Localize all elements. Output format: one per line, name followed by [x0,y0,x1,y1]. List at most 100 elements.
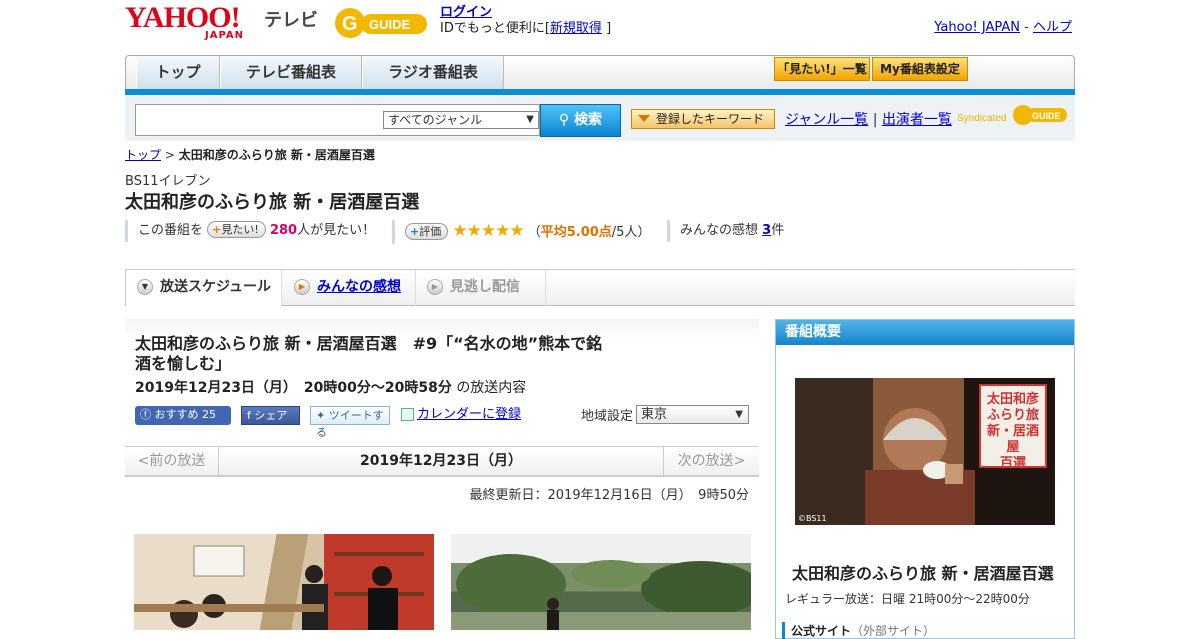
channel-name: BS11イレブン [125,174,211,189]
program-stats: この番組を +見たい! 280人が見たい！ +評価 ★★★★★ （平均5.00点… [125,220,1075,244]
official-site-link[interactable]: 公式サイト（外部サイト） [782,622,935,639]
mitai-list-button[interactable]: 「見たい!」一覧 [774,57,870,81]
svg-text:G: G [342,13,358,35]
tab-label: みんなの感想 [317,279,401,295]
want-pre-text: この番組を [138,223,204,238]
previous-broadcast-link[interactable]: <前の放送 [125,447,219,476]
tweet-button[interactable]: ✦ ツイートする [310,406,390,439]
pager-date: 2019年12月23日（月） [360,453,522,469]
search-button-label: 検索 [574,112,603,128]
episode-photo-garden[interactable] [451,534,751,630]
keyword-button-label: 登録したキーワード [656,112,765,126]
tab-tv-schedule[interactable]: テレビ番組表 [220,56,362,89]
facebook-icon: ⓕ [140,408,155,421]
rate-button[interactable]: +評価 [405,223,449,240]
search-icon: ⚲ [558,112,575,128]
search-button[interactable]: ⚲ 検索 [540,104,621,137]
regular-broadcast: レギュラー放送：日曜 21時00分～22時00分 [785,592,1030,606]
header-links: Yahoo! JAPAN - ヘルプ [934,16,1072,35]
average-score: 平均5.00点 [540,225,612,240]
tab-radio-schedule[interactable]: ラジオ番組表 [362,56,504,89]
broadcast-pager: <前の放送 2019年12月23日（月） 次の放送> [125,446,759,477]
syndicated-guide-logo: Syndicated GUIDE [957,105,1067,125]
tab-reviews[interactable]: ▶ みんなの感想 [283,270,416,306]
syndicated-label: Syndicated [957,113,1006,124]
japan-logo-text: JAPAN [205,30,244,41]
play-icon: ▶ [294,279,310,295]
plus-icon: + [212,223,222,236]
program-summary-heading: 番組概要 [776,320,1074,345]
izakaya-scene-illustration [134,534,434,630]
region-label: 地域設定 [581,409,634,424]
svg-text:GUIDE: GUIDE [1032,111,1061,121]
reviews-count-link[interactable]: 3 [762,223,771,238]
add-to-calendar-link[interactable]: カレンダーに登録 [401,406,531,425]
tab-catch-up[interactable]: ▶ 見逃し配信 [416,270,546,306]
search-bar: すべてのジャンル ▼ ⚲ 検索 登録したキーワード ジャンル一覧 | 出演者一覧… [125,95,1075,141]
want-to-watch-stat: この番組を +見たい! 280人が見たい！ [125,220,375,242]
login-sub-post: ] [606,21,612,36]
breadcrumb-current: 太田和彦のふらり旅 新・居酒屋百選 [178,148,375,162]
facebook-share-button[interactable]: f シェア [241,406,300,425]
facebook-recommend-button[interactable]: ⓕ おすすめ 25 [135,406,231,425]
login-box: ログイン IDでもっと便利に[新規取得 ] [440,5,611,37]
program-summary-panel: 番組概要 太田和彦 ふらり旅 新・居酒屋 百選 ©BS11 太田和彦のふらり旅 新・居… [775,319,1075,639]
air-datetime: 2019年12月23日（月） 20時00分～20時58分 [135,380,452,396]
site-header: YAHOO! JAPAN テレビ G GUIDE ログイン IDでもっと便利に[… [125,0,1075,48]
tab-broadcast-schedule[interactable]: ▼ 放送スケジュール [125,270,282,306]
avg-open: （ [527,225,541,240]
fb-recommend-label: おすすめ [154,408,199,421]
login-link[interactable]: ログイン [440,5,492,20]
episode-photo-izakaya[interactable] [134,534,434,630]
search-links: ジャンル一覧 | 出演者一覧 [785,109,952,129]
reviews-pre-text: みんなの感想 [680,223,763,238]
garden-scene-illustration [451,554,751,630]
program-key-image[interactable]: 太田和彦 ふらり旅 新・居酒屋 百選 ©BS11 [795,378,1055,525]
chevron-down-icon: ▼ [137,279,153,295]
header-link-separator: - [1020,20,1033,35]
login-sub-pre: IDでもっと便利に[ [440,21,550,36]
guide-logo-text: GUIDE [369,17,411,32]
tab-label: 放送スケジュール [160,279,272,295]
help-link[interactable]: ヘルプ [1033,20,1072,35]
genre-list-link[interactable]: ジャンル一覧 [785,112,868,128]
performer-list-link[interactable]: 出演者一覧 [882,112,952,128]
g-guide-logo[interactable]: G GUIDE [333,6,431,40]
copyright-text: ©BS11 [798,514,827,523]
page: YAHOO! JAPAN テレビ G GUIDE ログイン IDでもっと便利に[… [125,0,1075,639]
want-badge-label: 見たい! [221,223,259,236]
link-divider: | [872,112,878,128]
play-icon: ▶ [427,279,443,295]
yahoo-japan-logo[interactable]: YAHOO! JAPAN [125,3,243,42]
air-datetime-suffix: の放送内容 [456,380,527,396]
region-select[interactable]: 東京 ▼ [636,405,749,424]
external-site-note: （外部サイト） [851,624,936,638]
tv-logo-text[interactable]: テレビ [264,6,318,32]
program-subtabs: ▼ 放送スケジュール ▶ みんなの感想 ▶ 見逃し配信 [125,269,1075,306]
rate-badge-label: 評価 [419,225,442,238]
reviews-post-text: 件 [771,223,785,238]
last-updated: 最終更新日：2019年12月16日（月） 9時50分 [469,488,749,503]
episode-title: 太田和彦のふらり旅 新・居酒屋百選 #9「“名水の地”熊本で銘酒を愉しむ」 [135,334,603,373]
plus-icon: + [410,225,420,238]
fb-share-label: シェア [254,409,288,422]
breadcrumb-top-link[interactable]: トップ [125,148,161,162]
twitter-bird-icon: ✦ [316,409,329,422]
page-title: 太田和彦のふらり旅 新・居酒屋百選 [125,192,420,213]
next-broadcast-link[interactable]: 次の放送> [663,447,759,476]
my-schedule-settings-button[interactable]: My番組表設定 [872,57,968,81]
breadcrumb-sep: > [161,148,179,162]
want-to-watch-button[interactable]: +見たい! [207,221,266,238]
tab-top[interactable]: トップ [136,56,220,89]
rating-stat: +評価 ★★★★★ （平均5.00点/5人） [392,220,650,244]
want-post-text: 人が見たい！ [297,223,376,238]
episode-datetime: 2019年12月23日（月） 20時00分～20時58分 の放送内容 [135,377,526,397]
calendar-icon [401,408,414,421]
genre-select[interactable]: すべてのジャンル ▼ [383,111,539,129]
signup-link[interactable]: 新規取得 [550,21,602,36]
fb-count: 25 [202,408,216,421]
yahoo-japan-link[interactable]: Yahoo! JAPAN [934,20,1020,35]
registered-keyword-button[interactable]: 登録したキーワード [631,109,775,129]
want-count: 280 [269,223,298,238]
rating-stars: ★★★★★ [452,221,524,241]
